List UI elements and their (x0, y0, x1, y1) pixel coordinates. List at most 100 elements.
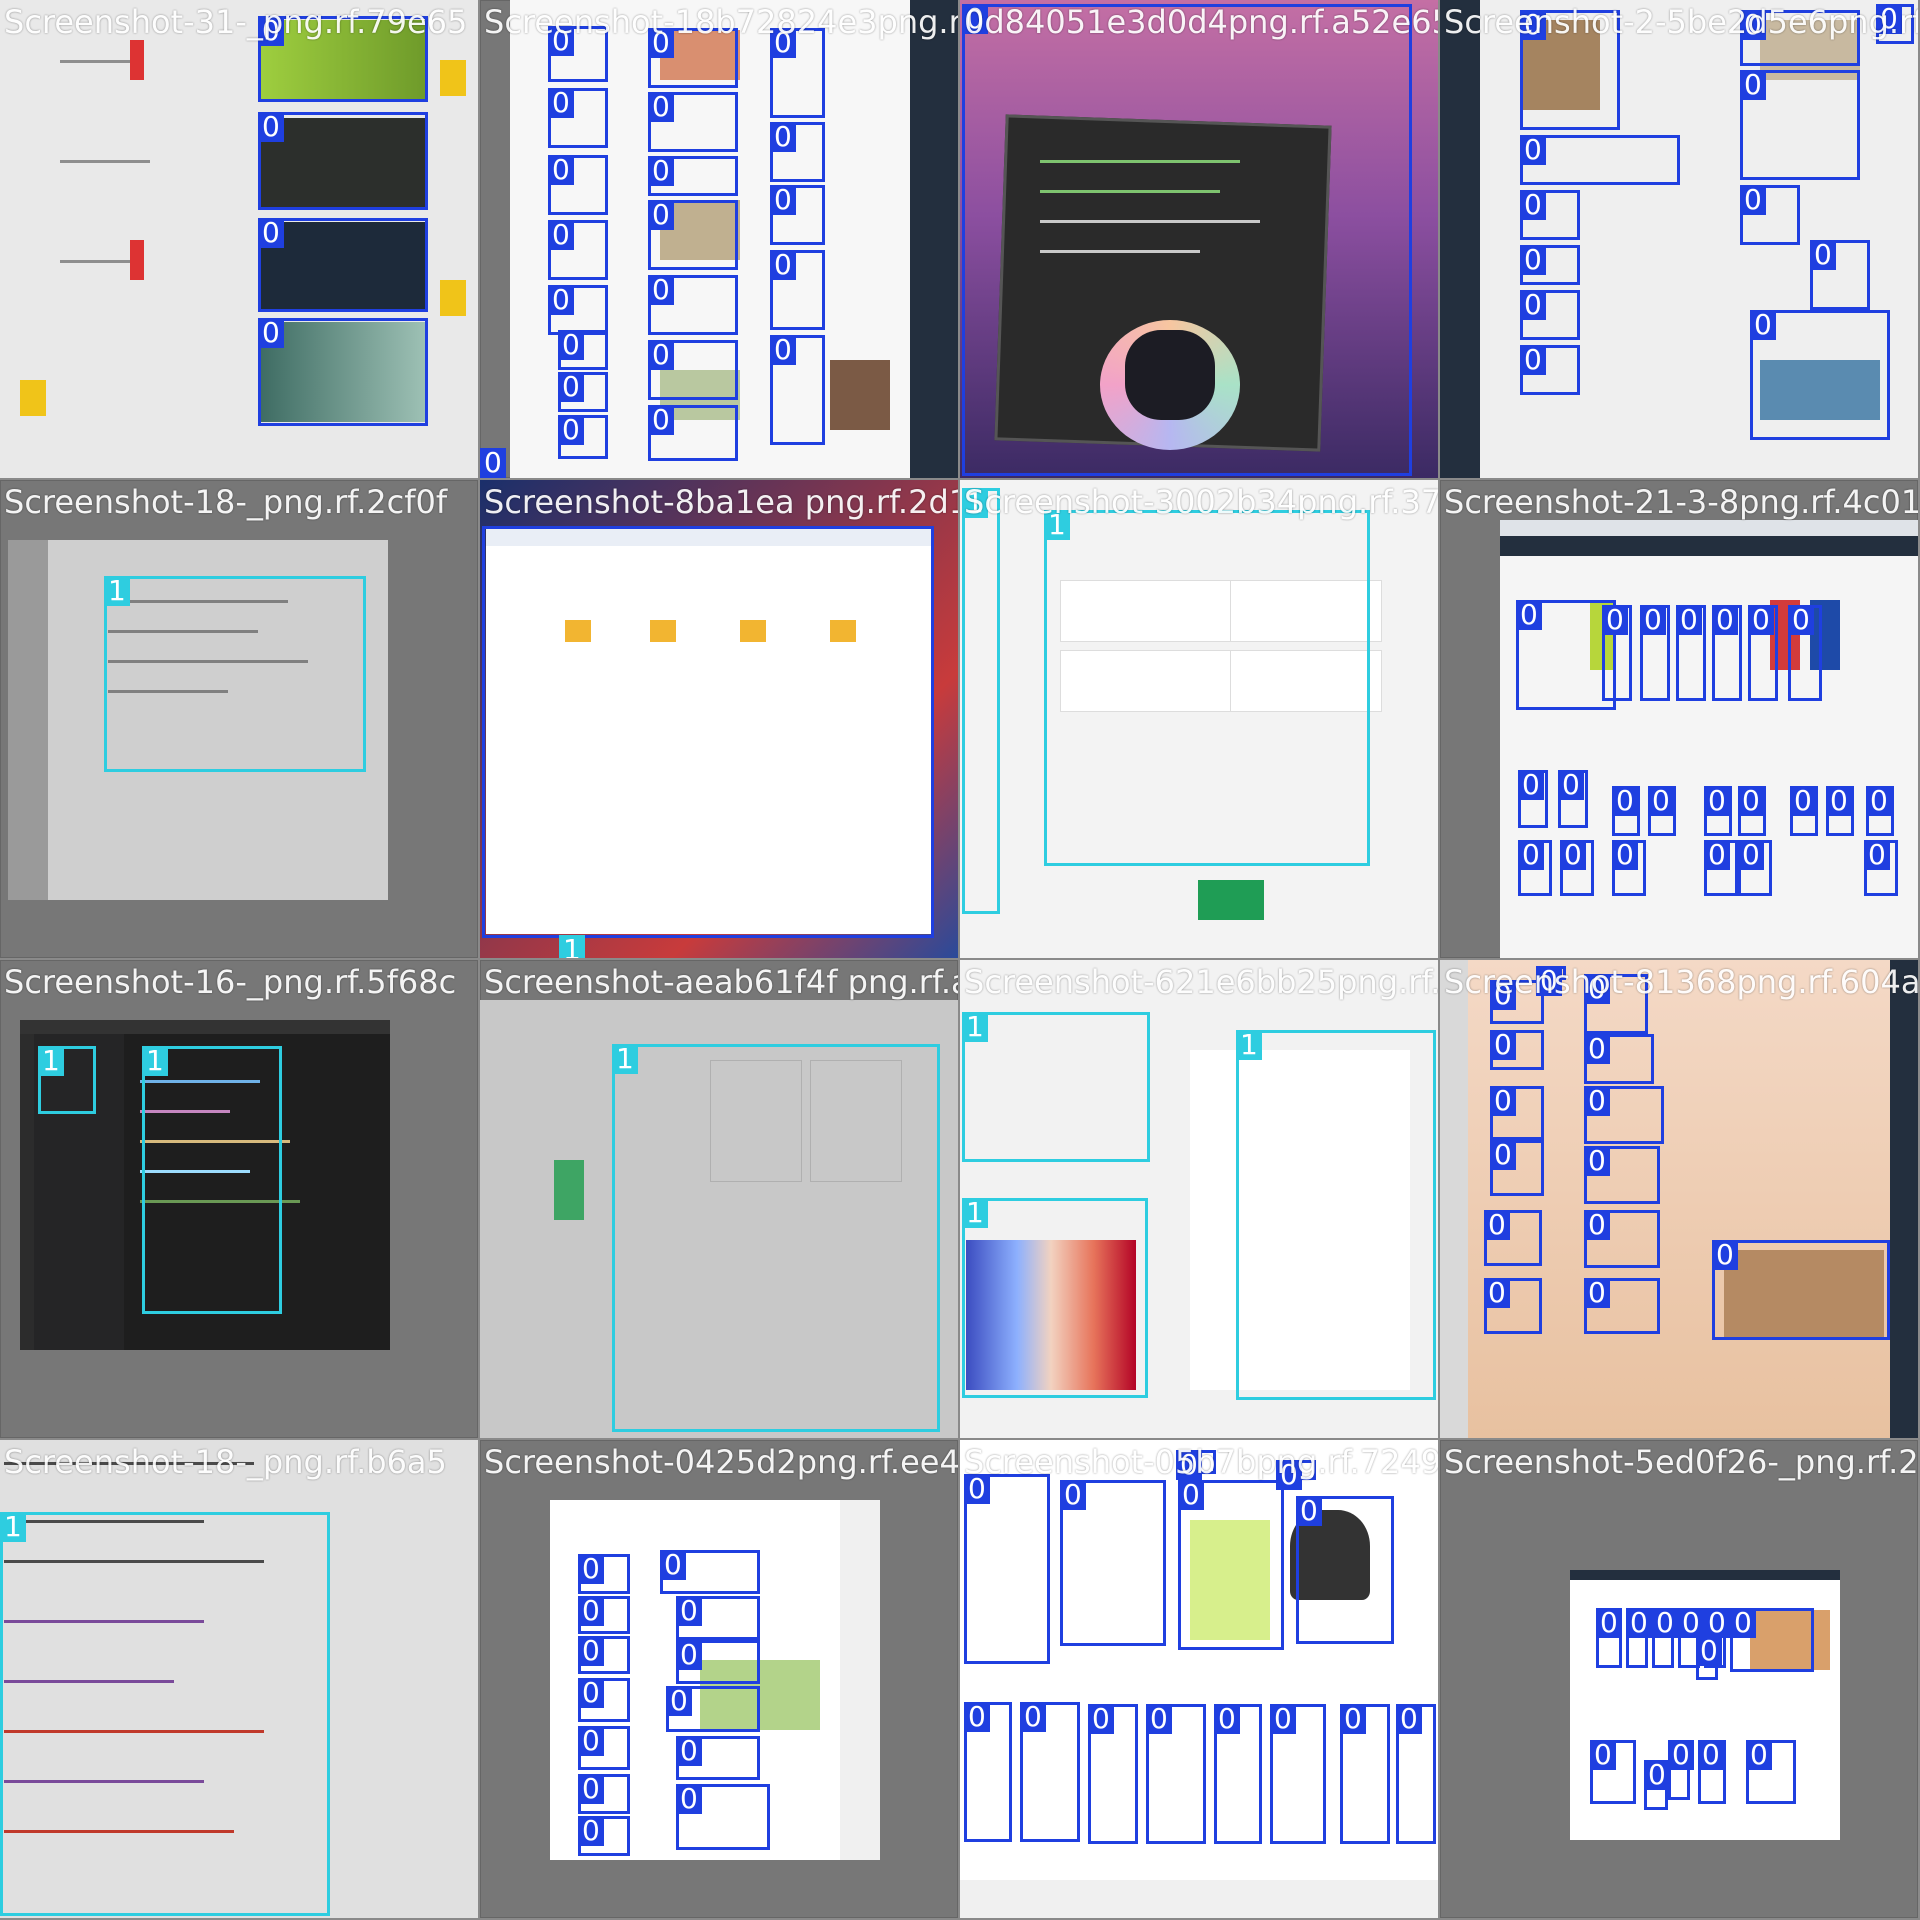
class-label: 0 (1612, 786, 1638, 816)
tile-title: Screenshot-21-3-8png.rf.4c01 (1444, 483, 1918, 521)
class-label: 0 (548, 88, 574, 118)
bounding-box: 0 (770, 250, 825, 330)
class-label: 0 (1740, 185, 1766, 215)
bounding-box: 1 (1044, 510, 1370, 866)
class-label: 1 (962, 1198, 988, 1228)
class-label: 0 (648, 405, 674, 435)
bounding-box: 1 (612, 1044, 940, 1432)
class-label: 0 (1738, 840, 1764, 870)
class-label: 0 (648, 340, 674, 370)
class-label: 0 (676, 1736, 702, 1766)
bounding-box: 0 (1626, 1608, 1652, 1668)
class-label: 0 (548, 155, 574, 185)
bounding-box: 0 (1590, 1740, 1636, 1804)
class-label: 1 (38, 1046, 64, 1076)
class-label: 0 (258, 318, 284, 348)
bounding-box: 0 (666, 1686, 760, 1732)
bounding-box: 0 (660, 1550, 760, 1594)
class-label: 0 (1596, 1608, 1622, 1638)
class-label: 0 (1738, 786, 1764, 816)
bounding-box: 0 (548, 88, 608, 148)
tile-7: Screenshot-21-3-8png.rf.4c01 0 0 0 0 0 0… (1440, 480, 1918, 958)
tile-title: Screenshot-8ba1ea png.rf.2d11 (484, 483, 958, 521)
bounding-box: 0 (1712, 1240, 1890, 1340)
class-label: 0 (578, 1774, 604, 1804)
bounding-box: 1 (962, 488, 1000, 914)
bounding-box: 0 (1668, 1740, 1694, 1800)
class-label: 0 (648, 92, 674, 122)
tile-14: Screenshot-05b7bpng.rf.7249a 0 0 0 0 0 0… (960, 1440, 1438, 1918)
bounding-box: 0 (1738, 840, 1772, 896)
class-label: 0 (578, 1816, 604, 1846)
class-label: 0 (1340, 1704, 1366, 1734)
bounding-box: 1 (962, 1198, 1148, 1398)
bounding-box: 0 (1676, 605, 1706, 701)
class-label: 0 (770, 335, 796, 365)
tile-11: Screenshot-81368png.rf.604a 0 0 0 0 0 0 … (1440, 960, 1918, 1438)
bounding-box: 0 (1520, 345, 1580, 395)
bounding-box: 0 (1584, 1086, 1664, 1144)
bounding-box: 0 (558, 372, 608, 412)
bounding-box: 0 (1340, 1704, 1390, 1844)
class-label: 0 (1296, 1496, 1322, 1526)
bounding-box: 0 (258, 218, 428, 312)
class-label: 0 (648, 156, 674, 186)
bounding-box: 0 (1088, 1704, 1138, 1844)
mosaic-grid: Screenshot-31-_png.rf.79e65 0 0 0 0 Scre… (0, 0, 1920, 1920)
bounding-box: 0 (1612, 840, 1646, 896)
class-label: 0 (1584, 1146, 1610, 1176)
class-label: 0 (1146, 1704, 1172, 1734)
bounding-box: 1 (1236, 1030, 1436, 1400)
bounding-box: 0 (648, 275, 738, 335)
class-label: 0 (558, 415, 584, 445)
bounding-box: 1 (962, 1012, 1150, 1162)
class-label: 0 (1518, 840, 1544, 870)
class-label: 0 (1214, 1704, 1240, 1734)
class-label: 0 (1520, 345, 1546, 375)
bounding-box: 0 (578, 1774, 630, 1814)
class-label: 0 (1520, 190, 1546, 220)
class-label: 0 (258, 112, 284, 142)
tile-title: Screenshot-18-_png.rf.b6a5 (4, 1443, 447, 1481)
bounding-box: 0 (1740, 70, 1860, 180)
tile-title: Screenshot-81368png.rf.604a (1444, 963, 1918, 1001)
bounding-box: 0 (1704, 840, 1738, 896)
class-label: 0 (1396, 1704, 1422, 1734)
bounding-box: 0 (1490, 1086, 1544, 1140)
class-label: 0 (1490, 1030, 1516, 1060)
bounding-box: 0 (1484, 1278, 1542, 1334)
tile-0: Screenshot-31-_png.rf.79e65 0 0 0 0 (0, 0, 478, 478)
bounding-box: 0 (1748, 605, 1778, 701)
class-label: 0 (1740, 70, 1766, 100)
class-label: 0 (1178, 1480, 1204, 1510)
bounding-box: 0 (770, 122, 825, 182)
bounding-box: 0 (1520, 135, 1680, 185)
class-label: 0 (1698, 1740, 1724, 1770)
class-label: 1 (1236, 1030, 1262, 1060)
class-label: 1 (0, 1512, 26, 1542)
class-label: 0 (1626, 1608, 1652, 1638)
class-label: 0 (1490, 1140, 1516, 1170)
class-label: 0 (1590, 1740, 1616, 1770)
class-label: 0 (1750, 310, 1776, 340)
class-label: 0 (1788, 605, 1814, 635)
tile-13: Screenshot-0425d2png.rf.ee4b 0 0 0 0 0 0… (480, 1440, 958, 1918)
bounding-box: 0 (770, 185, 825, 245)
class-label: 0 (1602, 605, 1628, 635)
bounding-box: 0 (1584, 1278, 1660, 1334)
bounding-box: 0 (1560, 840, 1594, 896)
class-label: 0 (1712, 605, 1738, 635)
class-label: 0 (660, 1550, 686, 1580)
tile-1: Screenshot-18b72824e3png.rf.2191 0 0 0 0… (480, 0, 958, 478)
class-label: 0 (578, 1678, 604, 1708)
bounding-box: 0 (1810, 240, 1870, 310)
class-label: 0 (1584, 1278, 1610, 1308)
class-label: 0 (1484, 1210, 1510, 1240)
tile-9: Screenshot-aeab61f4f png.rf.ad575 1 (480, 960, 958, 1438)
class-label: 0 (558, 330, 584, 360)
class-label: 1 (559, 935, 585, 958)
bounding-box: 0 (676, 1736, 760, 1780)
class-label: 0 (1088, 1704, 1114, 1734)
class-label: 0 (1518, 770, 1544, 800)
bounding-box: 0 (548, 155, 608, 215)
